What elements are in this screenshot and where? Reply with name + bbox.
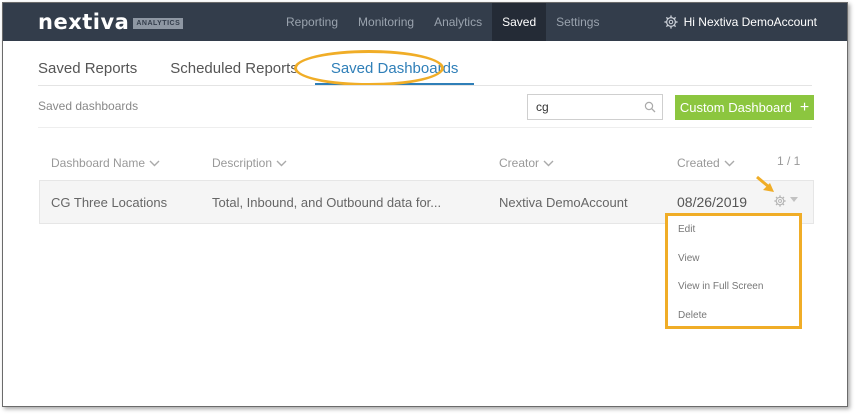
column-header-name[interactable]: Dashboard Name — [51, 156, 160, 170]
chevron-down-icon — [276, 160, 287, 166]
column-header-name-label: Dashboard Name — [51, 156, 146, 170]
column-header-creator[interactable]: Creator — [499, 156, 554, 170]
column-header-creator-label: Creator — [499, 156, 540, 170]
app-window: nextiva ANALYTICS Reporting Monitoring A… — [2, 2, 848, 407]
nav-saved[interactable]: Saved — [492, 3, 547, 41]
chevron-down-icon — [724, 160, 735, 166]
plus-icon: + — [799, 98, 810, 116]
chevron-down-icon — [149, 160, 160, 166]
row-created-date: 08/26/2019 — [677, 194, 748, 210]
column-header-description-label: Description — [212, 156, 273, 170]
arrow-annotation-icon — [756, 175, 774, 192]
logo[interactable]: nextiva ANALYTICS — [38, 9, 184, 35]
row-description: Total, Inbound, and Outbound data for... — [212, 195, 442, 210]
row-dashboard-name[interactable]: CG Three Locations — [51, 195, 167, 210]
section-label: Saved dashboards — [38, 99, 139, 113]
logo-text: nextiva — [38, 10, 130, 34]
menu-item-delete[interactable]: Delete — [668, 302, 799, 331]
search-icon[interactable] — [644, 101, 656, 113]
gear-icon — [664, 15, 678, 29]
row-creator: Nextiva DemoAccount — [499, 195, 628, 210]
column-header-description[interactable]: Description — [212, 156, 287, 170]
top-nav-bar: nextiva ANALYTICS Reporting Monitoring A… — [3, 3, 847, 41]
column-header-created[interactable]: Created — [677, 156, 735, 170]
pagination-indicator: 1 / 1 — [777, 154, 801, 168]
column-header-created-label: Created — [677, 156, 720, 170]
menu-item-view[interactable]: View — [668, 245, 799, 274]
account-menu[interactable]: Hi Nextiva DemoAccount — [664, 3, 817, 41]
custom-dashboard-label: Custom Dashboard — [679, 100, 792, 115]
nav-analytics[interactable]: Analytics — [424, 3, 492, 41]
row-actions-menu: Edit View View in Full Screen Delete — [665, 213, 802, 329]
nav-monitoring[interactable]: Monitoring — [348, 3, 424, 41]
main-nav: Reporting Monitoring Analytics Saved Set… — [276, 3, 609, 41]
nav-reporting[interactable]: Reporting — [276, 3, 348, 41]
logo-badge: ANALYTICS — [133, 17, 184, 29]
chevron-down-icon — [543, 160, 554, 166]
toolbar-divider — [38, 127, 812, 128]
tab-highlight-annotation — [294, 50, 444, 86]
custom-dashboard-button[interactable]: Custom Dashboard + — [675, 95, 814, 120]
gear-icon[interactable] — [774, 195, 786, 207]
nav-settings[interactable]: Settings — [546, 3, 609, 41]
search-box — [527, 94, 663, 120]
menu-item-edit[interactable]: Edit — [668, 216, 799, 245]
menu-item-view-full-screen[interactable]: View in Full Screen — [668, 273, 799, 302]
tabs-divider — [38, 85, 812, 86]
tab-scheduled-reports[interactable]: Scheduled Reports — [170, 57, 298, 85]
search-input[interactable] — [528, 95, 638, 119]
caret-down-icon[interactable] — [790, 197, 798, 203]
tab-saved-reports[interactable]: Saved Reports — [38, 57, 137, 85]
account-greeting: Hi Nextiva DemoAccount — [683, 15, 817, 29]
